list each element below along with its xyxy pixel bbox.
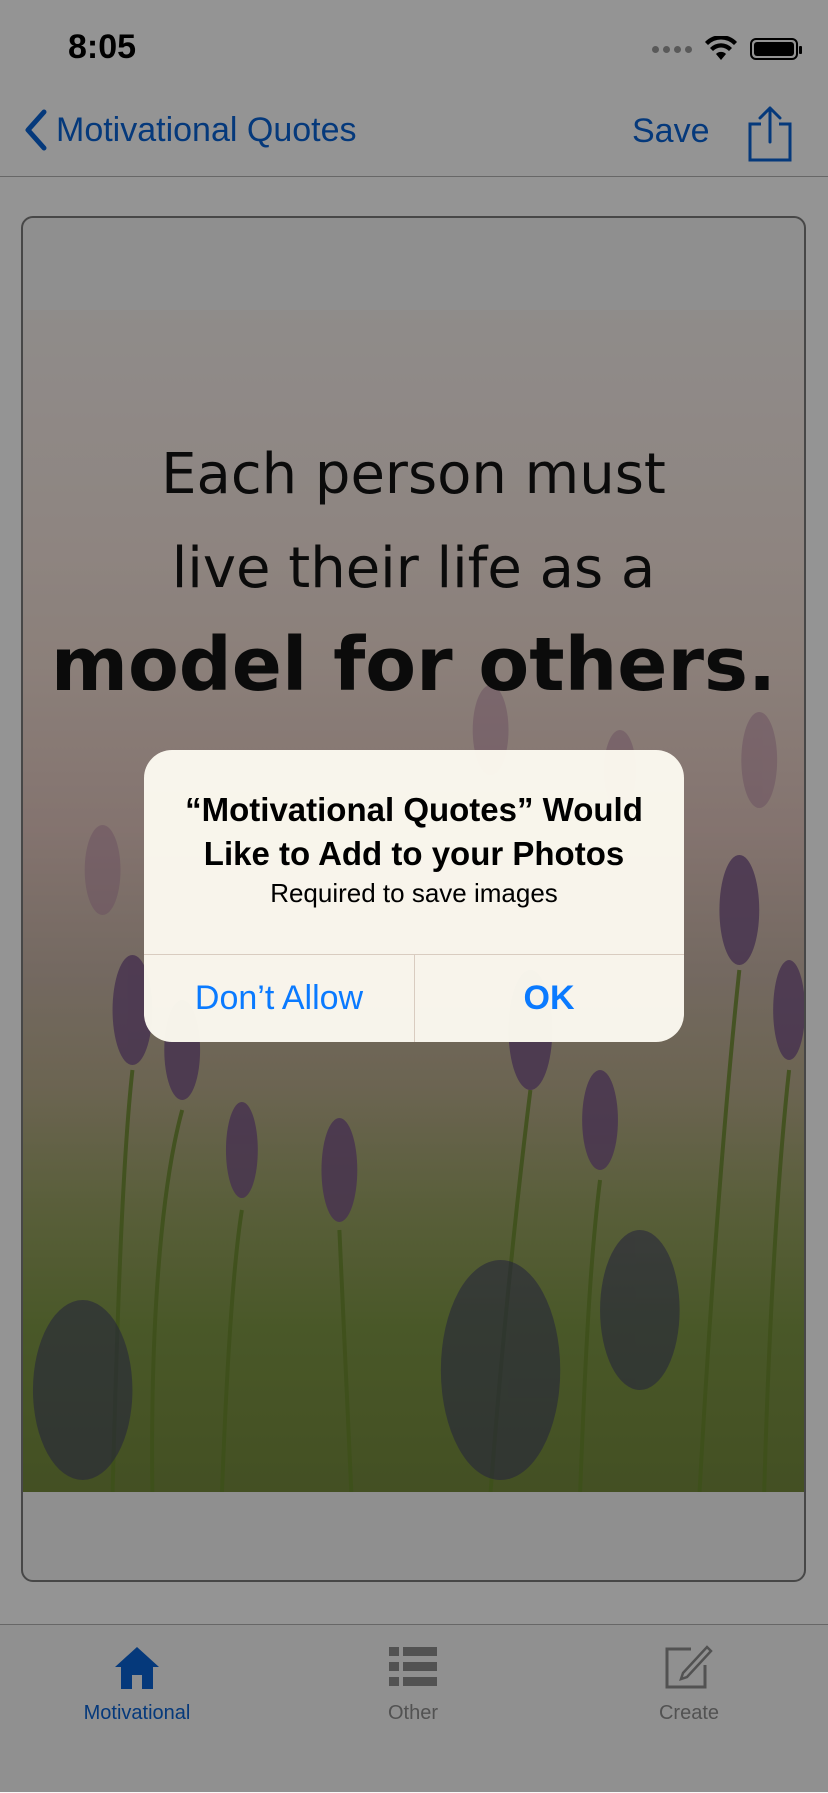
alert-title: “Motivational Quotes” Would Like to Add … bbox=[185, 791, 643, 872]
alert-message: Required to save images bbox=[270, 878, 558, 908]
dont-allow-button[interactable]: Don’t Allow bbox=[144, 954, 414, 1042]
ok-button[interactable]: OK bbox=[414, 954, 684, 1042]
photo-permission-alert: “Motivational Quotes” Would Like to Add … bbox=[144, 750, 684, 1042]
